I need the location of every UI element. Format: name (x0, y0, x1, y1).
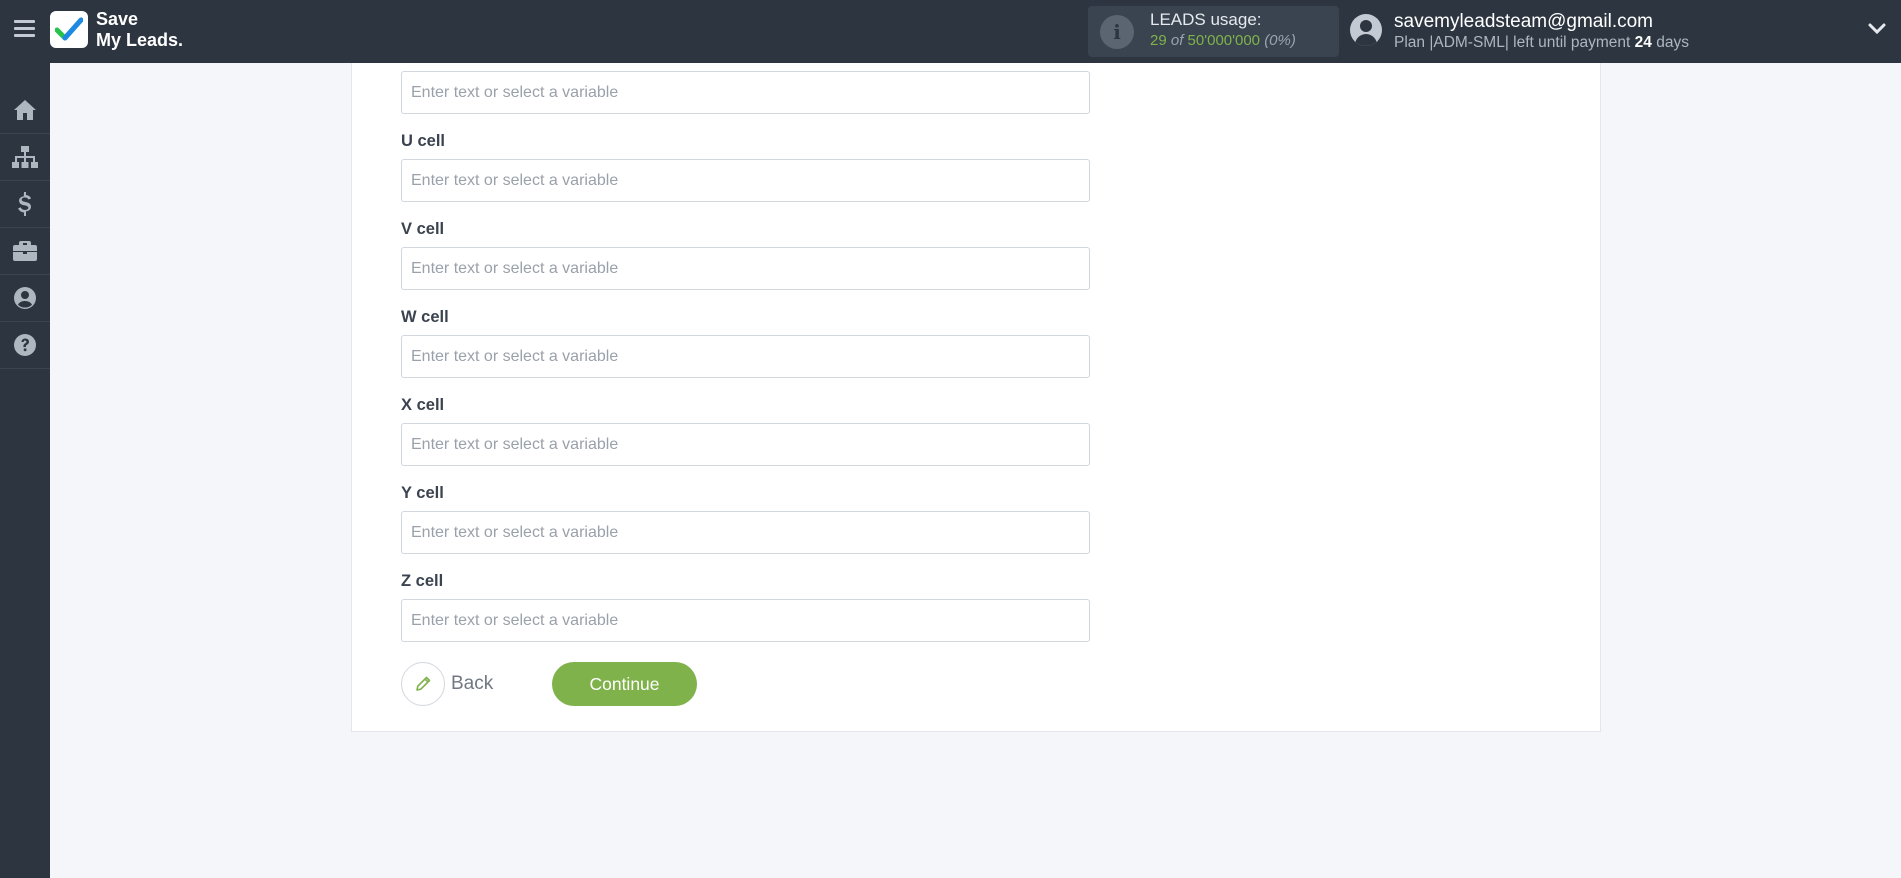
leads-usage-panel: i LEADS usage: 29 of 50'000'000 (0%) (1088, 6, 1339, 57)
logo-line-1: Save (96, 9, 139, 29)
x-cell-label: X cell (401, 396, 445, 414)
sidebar-item-billing[interactable] (0, 181, 50, 228)
v-cell-label: V cell (401, 220, 445, 238)
back-button[interactable]: Back (401, 662, 493, 706)
user-plan: Plan |ADM-SML| left until payment 24 day… (1394, 34, 1689, 52)
sidebar (0, 63, 50, 878)
sidebar-item-connections[interactable] (0, 134, 50, 181)
usage-count: 29 of 50'000'000 (0%) (1150, 32, 1296, 49)
u-cell-label: U cell (401, 132, 446, 150)
user-avatar-icon[interactable] (1350, 14, 1382, 46)
y-cell-label: Y cell (401, 484, 444, 502)
usage-percent: (0%) (1264, 32, 1296, 49)
sidebar-item-profile[interactable] (0, 275, 50, 322)
sidebar-item-help[interactable] (0, 322, 50, 369)
continue-button[interactable]: Continue (552, 662, 697, 706)
info-icon: i (1100, 15, 1134, 49)
logo-icon[interactable] (50, 11, 88, 48)
cell-t-input[interactable] (401, 71, 1090, 114)
pencil-icon (401, 662, 445, 706)
plan-days-count: 24 (1634, 34, 1652, 51)
question-circle-icon (14, 334, 36, 356)
u-cell-input[interactable] (401, 159, 1090, 202)
z-cell-label: Z cell (401, 572, 444, 590)
user-email[interactable]: savemyleadsteam@gmail.com (1394, 11, 1653, 33)
user-circle-icon (14, 287, 36, 309)
w-cell-input[interactable] (401, 335, 1090, 378)
plan-prefix: Plan |ADM-SML| left until payment (1394, 34, 1631, 51)
back-label: Back (451, 673, 494, 694)
sidebar-item-services[interactable] (0, 228, 50, 275)
x-cell-input[interactable] (401, 423, 1090, 466)
logo-text[interactable]: Save My Leads. (96, 9, 183, 51)
plan-days-suffix: days (1656, 34, 1689, 51)
menu-toggle-icon[interactable] (14, 20, 35, 40)
z-cell-input[interactable] (401, 599, 1090, 642)
dollar-icon (18, 192, 31, 216)
w-cell-label: W cell (401, 308, 449, 326)
usage-of: of (1170, 32, 1184, 49)
usage-limit: 50'000'000 (1187, 32, 1261, 49)
usage-used: 29 (1150, 32, 1167, 49)
chevron-down-icon[interactable] (1868, 22, 1886, 40)
top-bar: Save My Leads. i LEADS usage: 29 of 50'0… (0, 0, 1901, 63)
logo-line-2: My Leads. (96, 30, 184, 50)
v-cell-input[interactable] (401, 247, 1090, 290)
usage-title: LEADS usage: (1150, 10, 1262, 29)
y-cell-input[interactable] (401, 511, 1090, 554)
sidebar-item-home[interactable] (0, 87, 50, 134)
briefcase-icon (13, 241, 37, 261)
sitemap-icon (12, 146, 38, 168)
home-icon (14, 100, 36, 120)
